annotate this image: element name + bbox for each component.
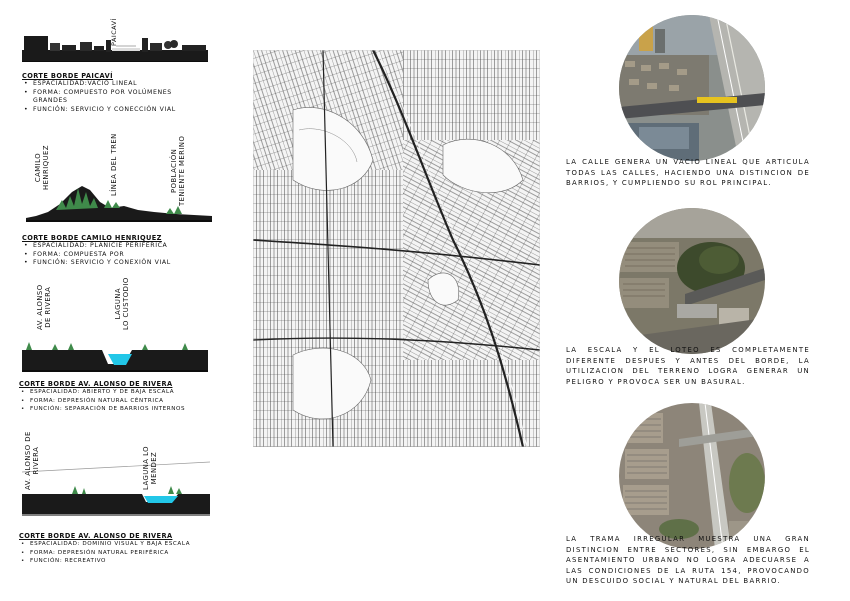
label-laguna-lo-mendez: LAGUNA LO MENDEZ: [142, 445, 158, 490]
bullet-item: ESPACIALIDAD: ABIERTO Y DE BAJA ESCALA: [19, 388, 219, 397]
bullet-item: ESPACIALIDAD: DOMINIO VISUAL Y BAJA ESCA…: [19, 540, 219, 549]
bullet-item: ESPACIALIDAD: PLANICIE PERIFÉRICA: [22, 242, 212, 251]
bullet-item: FORMA: DEPRESIÓN NATURAL PERIFÉRICA: [19, 549, 219, 558]
label-paicavi: PAICAVÍ: [110, 18, 118, 46]
bullet-item: FORMA: COMPUESTO POR VOLÚMENES GRANDES: [22, 89, 202, 106]
section-camilo-text: CORTE BORDE CAMILO HENRIQUEZ ESPACIALIDA…: [22, 234, 212, 268]
section-custodio-text: CORTE BORDE AV. ALONSO DE RIVERA ESPACIA…: [19, 380, 219, 414]
label-laguna-lo-custodio: LAGUNA LO CUSTODIO: [114, 277, 130, 330]
description-1: La calle genera un vacio lineal que arti…: [566, 158, 810, 188]
aerial-photo-camilo: [619, 208, 765, 354]
description-2: La escala y el loteo es completamente di…: [566, 346, 810, 386]
section-title: CORTE BORDE AV. ALONSO DE RIVERA: [19, 380, 173, 388]
label-poblacion-teniente-merino: POBLACIÓN TENIENTE MERINO: [170, 135, 186, 206]
section-mendez-drawing: [22, 458, 210, 518]
bullet-item: ESPACIALIDAD:VACÍO LINEAL: [22, 80, 202, 89]
bullet-list: ESPACIALIDAD: DOMINIO VISUAL Y BAJA ESCA…: [19, 540, 219, 566]
bullet-item: FUNCIÓN: SERVICIO Y CONECCIÓN VIAL: [22, 106, 202, 115]
bullet-item: FUNCIÓN: SERVICIO Y CONEXIÓN VIAL: [22, 259, 212, 268]
bullet-list: ESPACIALIDAD: PLANICIE PERIFÉRICA FORMA:…: [22, 242, 212, 268]
description-3: La trama irregular muestra una gran dist…: [566, 535, 810, 586]
bullet-item: FUNCIÓN: RECREATIVO: [19, 557, 219, 566]
section-custodio-drawing: [22, 338, 208, 372]
bullet-list: ESPACIALIDAD: ABIERTO Y DE BAJA ESCALA F…: [19, 388, 219, 414]
bullet-item: FUNCIÓN: SEPARACIÓN DE BARRIOS INTERNOS: [19, 405, 219, 414]
aerial-photo-paicavi: [619, 15, 765, 161]
urban-map: [253, 50, 540, 447]
section-title: CORTE BORDE CAMILO HENRIQUEZ: [22, 234, 162, 242]
label-camilo-henriquez: CAMILO HENRIQUEZ: [34, 145, 50, 190]
section-title: CORTE BORDE PAICAVÍ: [22, 72, 113, 80]
label-av-alonso-de-rivera-2: AV. ALONSO DE RIVERA: [24, 431, 40, 490]
section-title: CORTE BORDE AV. ALONSO DE RIVERA: [19, 532, 173, 540]
aerial-photo-mendez: [619, 403, 765, 549]
bullet-item: FORMA: DEPRESIÓN NATURAL CÉNTRICA: [19, 397, 219, 406]
label-linea-del-tren: LÍNEA DEL TREN: [110, 133, 118, 196]
section-mendez-text: CORTE BORDE AV. ALONSO DE RIVERA ESPACIA…: [19, 532, 219, 566]
label-av-alonso-de-rivera: AV. ALONSO DE RIVERA: [36, 284, 52, 330]
bullet-item: FORMA: COMPUESTA POR: [22, 251, 212, 260]
section-paicavi-text: CORTE BORDE PAICAVÍ ESPACIALIDAD:VACÍO L…: [22, 72, 202, 114]
bullet-list: ESPACIALIDAD:VACÍO LINEAL FORMA: COMPUES…: [22, 80, 202, 114]
